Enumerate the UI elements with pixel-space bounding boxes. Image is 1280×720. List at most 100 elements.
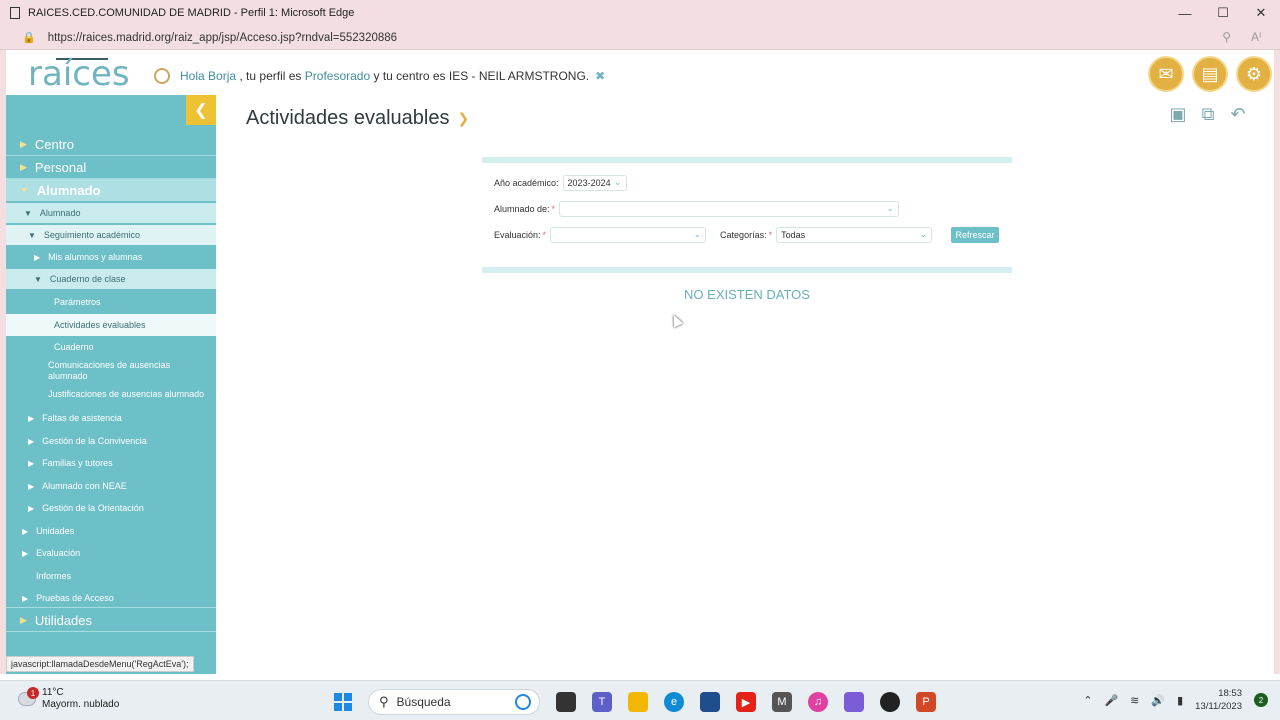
sidebar-item-mis-alumnos[interactable]: ▶ Mis alumnos y alumnas [6,247,216,267]
sidebar-item-centro[interactable]: ▶ Centro [6,133,216,155]
sidebar-item-neae[interactable]: ▶ Alumnado con NEAE [6,476,216,496]
sidebar-item-cuaderno-clase[interactable]: ▼ Cuaderno de clase [6,269,216,289]
sidebar-item-parametros[interactable]: Parámetros [6,292,216,312]
sidebar-item-pruebas[interactable]: ▶ Pruebas de Acceso [6,588,216,608]
sidebar-item-familias[interactable]: ▶ Familias y tutores [6,453,216,473]
zoom-icon[interactable]: ⚲ [1222,30,1231,44]
categories-value: Todas [781,230,806,240]
sidebar-item-personal[interactable]: ▶ Personal [6,156,216,178]
lock-icon[interactable]: 🔒 [22,31,36,44]
system-tray: ⌃ 🎤 ≋ 🔊 ▮ 18:53 13/11/2023 2 [1083,687,1268,713]
volume-icon[interactable]: 🔊 [1151,694,1165,707]
sidebar-item-informes[interactable]: Informes [6,566,216,586]
weather-badge: 1 [27,687,39,699]
triangle-right-icon: ▶ [28,413,35,423]
search-placeholder: Búsqueda [396,695,451,709]
powerpoint-icon[interactable]: P [916,692,936,712]
mail-icon[interactable]: ✉ [1148,56,1184,92]
chevron-up-icon[interactable]: ⌃ [1083,694,1092,707]
settings-gear-icon[interactable]: ⚙ [1236,56,1272,92]
sidebar-item-utilidades[interactable]: ▶ Utilidades [6,609,216,631]
copy-document-icon[interactable]: ⧉ [1198,103,1218,125]
minimize-icon[interactable]: — [1166,0,1204,26]
form-top-strip [482,157,1012,163]
time: 18:53 [1218,688,1242,699]
profile-name: Profesorado [304,69,371,83]
music-icon[interactable]: ♫ [808,692,828,712]
microphone-icon[interactable]: 🎤 [1104,694,1118,707]
sidebar-item-actividades-evaluables[interactable]: Actividades evaluables [6,314,216,336]
status-link-preview: javascript:llamadaDesdeMenu('RegActEva')… [6,656,194,672]
teams-icon[interactable]: T [592,692,612,712]
sidebar-item-convivencia[interactable]: ▶ Gestión de la Convivencia [6,431,216,451]
window-title-bar: RAICES.CED.COMUNIDAD DE MADRID - Perfil … [0,0,1280,26]
copilot-icon[interactable] [844,692,864,712]
close-x-icon[interactable]: ✖ [595,69,605,83]
url-field[interactable]: https://raices.madrid.org/raiz_app/jsp/A… [48,32,397,44]
youtube-icon[interactable]: ▶ [736,692,756,712]
sidebar-item-orientacion[interactable]: ▶ Gestión de la Orientación [6,498,216,518]
refresh-button[interactable]: Refrescar [951,227,999,243]
maximize-icon[interactable]: ☐ [1204,0,1242,26]
close-window-icon[interactable]: ✕ [1242,0,1280,26]
bing-icon[interactable] [515,694,531,710]
weather-widget[interactable]: 1 11°C Mayorm. nublado [18,687,119,711]
sidebar-item-unidades[interactable]: ▶ Unidades [6,521,216,541]
address-tools: ⚲ A⁽ [1222,30,1262,44]
required-mark: * [542,230,547,240]
main-content: Actividades evaluables ❯ ▣ ⧉ ↶ Año acadé… [216,95,1274,674]
read-aloud-icon[interactable]: A⁽ [1251,30,1262,44]
taskbar-apps: ⚲ Búsqueda T e ▶ M ♫ P [334,689,936,715]
sidebar-item-seguimiento[interactable]: ▼ Seguimiento académico [6,225,216,245]
triangle-right-icon: ▶ [22,593,29,603]
obs-icon[interactable] [880,692,900,712]
students-row: Alumnado de: * ⌄ [494,201,900,217]
documents-icon[interactable]: ▤ [1192,56,1228,92]
no-data-message: NO EXISTEN DATOS [684,287,810,302]
evaluation-select[interactable]: ⌄ [550,227,707,243]
sidebar-item-evaluacion[interactable]: ▶ Evaluación [6,543,216,563]
chevron-right-icon: ❯ [457,110,470,126]
page-title: Actividades evaluables ❯ [246,107,470,129]
triangle-right-icon: ▶ [28,436,35,446]
sidebar-item-cuaderno[interactable]: Cuaderno [6,337,216,357]
year-label: Año académico: [494,178,559,188]
form-bottom-strip [482,267,1012,273]
triangle-right-icon: ▶ [28,503,35,513]
add-document-icon[interactable]: ▣ [1168,103,1188,125]
wifi-icon[interactable]: ≋ [1130,694,1139,707]
clock[interactable]: 18:53 13/11/2023 [1195,687,1242,713]
search-icon: ⚲ [379,694,389,709]
required-mark: * [768,230,773,240]
categories-select[interactable]: Todas ⌄ [776,227,933,243]
profile-text: , tu perfil es [239,69,302,83]
app-m-icon[interactable]: M [772,692,792,712]
sidebar-item-comunicaciones[interactable]: Comunicaciones de ausencias alumnado [6,358,216,384]
collapse-sidebar-button[interactable]: ❮ [186,95,216,125]
raices-app: raíces Hola Borja , tu perfil es Profeso… [6,50,1274,674]
sidebar-item-alumnado-sub[interactable]: ▼ Alumnado [6,203,216,223]
sidebar-item-justificaciones[interactable]: Justificaciones de ausencias alumnado [6,386,216,402]
taskbar-search[interactable]: ⚲ Búsqueda [368,689,540,715]
temperature: 11°C [42,687,64,698]
students-label: Alumnado de: [494,204,550,214]
store-icon[interactable] [700,692,720,712]
chevron-down-icon: ⌄ [886,203,895,213]
file-explorer-dark-icon[interactable] [556,692,576,712]
edge-icon[interactable]: e [664,692,684,712]
battery-icon[interactable]: ▮ [1177,694,1183,707]
students-select[interactable]: ⌄ [559,201,900,217]
evaluation-row: Evaluación: * ⌄ Categorías: * Todas ⌄ [494,227,933,243]
app-header: raíces Hola Borja , tu perfil es Profeso… [6,50,1274,96]
sidebar-item-alumnado[interactable]: ▼ Alumnado [6,179,216,201]
notifications-badge[interactable]: 2 [1254,693,1268,707]
back-arrow-icon[interactable]: ↶ [1228,103,1248,125]
raices-logo[interactable]: raíces [28,54,130,94]
cloud-icon: 1 [18,687,39,706]
sidebar-item-faltas[interactable]: ▶ Faltas de asistencia [6,408,216,428]
year-select[interactable]: 2023-2024 ⌄ [562,175,627,191]
windows-start-icon[interactable] [334,693,352,711]
chevron-down-icon: ⌄ [919,229,928,239]
folder-icon[interactable] [628,692,648,712]
triangle-right-icon: ▶ [28,481,35,491]
